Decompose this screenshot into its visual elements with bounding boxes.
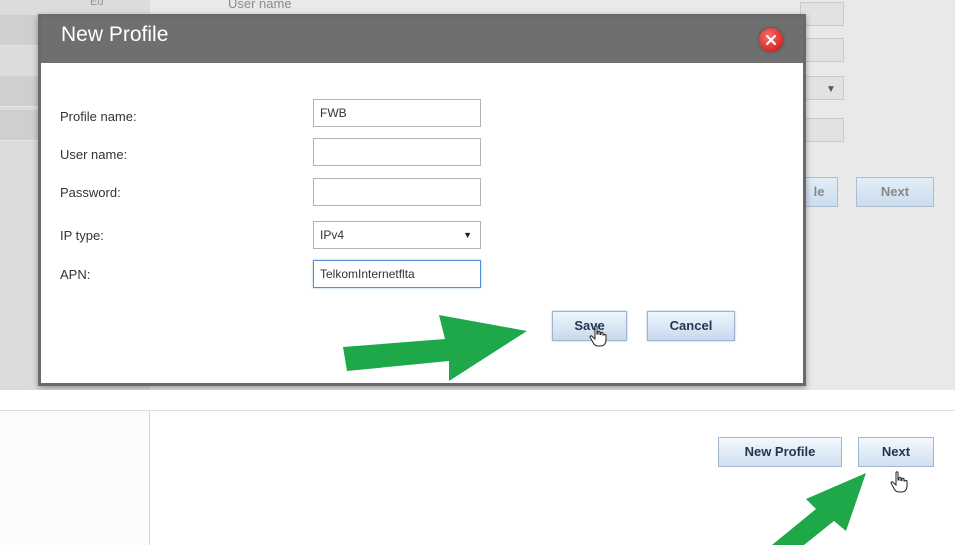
- next-button[interactable]: Next: [858, 437, 934, 467]
- chevron-down-icon: ▼: [826, 84, 836, 95]
- dialog-header: New Profile: [41, 17, 803, 63]
- top-screenshot-panel: Ed User name ▼ le Next New Profile Profi…: [0, 0, 955, 390]
- close-icon: [766, 35, 776, 45]
- cancel-button[interactable]: Cancel: [647, 311, 735, 341]
- new-profile-button[interactable]: New Profile: [718, 437, 842, 467]
- bottom-screenshot-panel: New Profile Next: [0, 410, 955, 545]
- password-label: Password:: [60, 185, 121, 200]
- close-button[interactable]: [759, 28, 783, 52]
- dialog-title: New Profile: [61, 23, 169, 46]
- profile-name-label: Profile name:: [60, 109, 137, 124]
- ip-type-label: IP type:: [60, 228, 104, 243]
- chevron-down-icon: ▼: [463, 230, 472, 240]
- background-field: [800, 38, 844, 62]
- background-field: [800, 118, 844, 142]
- apn-input[interactable]: TelkomInternetflta: [313, 260, 481, 288]
- password-input[interactable]: [313, 178, 481, 206]
- hand-cursor-icon: [589, 325, 607, 347]
- background-next-button: Next: [856, 177, 934, 207]
- background-field: [800, 2, 844, 26]
- background-user-name-label: User name: [228, 0, 292, 11]
- green-arrow-icon: [772, 473, 866, 545]
- apn-label: APN:: [60, 267, 91, 282]
- profile-name-input[interactable]: FWB: [313, 99, 481, 127]
- left-navigation-column: [0, 411, 150, 545]
- user-name-label: User name:: [60, 147, 128, 162]
- background-select: [800, 76, 844, 100]
- background-tab-text: Ed: [90, 0, 104, 8]
- ip-type-select[interactable]: IPv4 ▼: [313, 221, 481, 249]
- user-name-input[interactable]: [313, 138, 481, 166]
- green-arrow-icon: [343, 315, 527, 381]
- ip-type-value: IPv4: [320, 228, 345, 242]
- hand-cursor-icon: [890, 471, 908, 493]
